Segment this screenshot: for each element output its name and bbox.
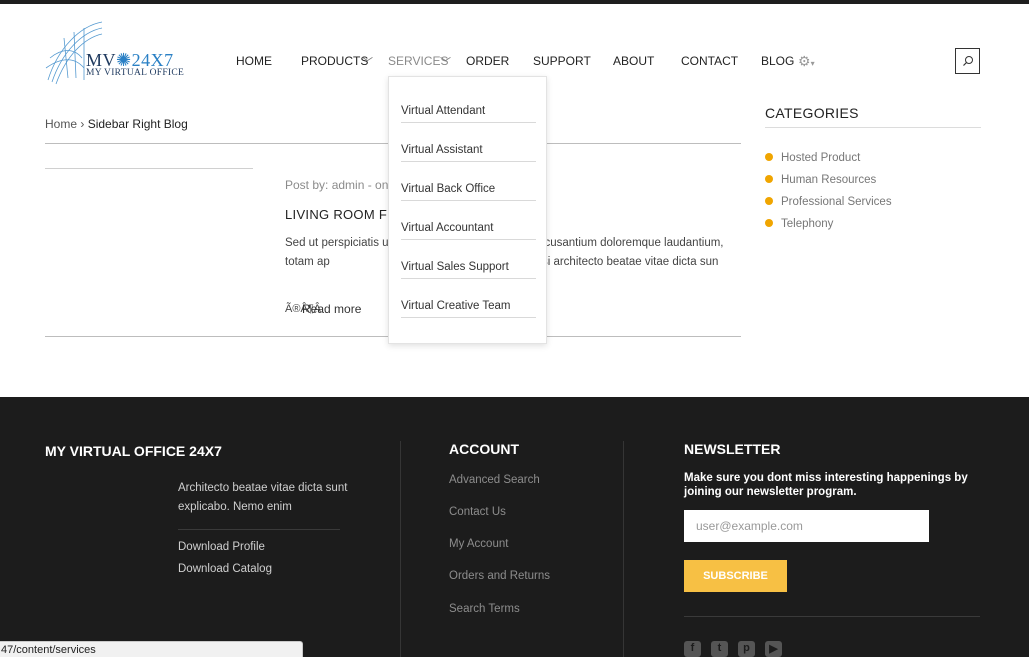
site-logo[interactable]: MV✺24X7 MY VIRTUAL OFFICE bbox=[44, 18, 184, 88]
footer-account-title: ACCOUNT bbox=[449, 441, 519, 457]
nav-about[interactable]: ABOUT bbox=[613, 54, 654, 68]
top-bar bbox=[0, 0, 1029, 4]
breadcrumb-home[interactable]: Home bbox=[45, 117, 77, 131]
menu-item-virtual-accountant[interactable]: Virtual Accountant bbox=[401, 201, 536, 240]
category-hosted-product[interactable]: Hosted Product bbox=[765, 152, 860, 164]
category-professional-services[interactable]: Professional Services bbox=[765, 196, 892, 208]
advanced-search-link[interactable]: Advanced Search bbox=[449, 474, 540, 486]
footer-newsletter-title: NEWSLETTER bbox=[684, 441, 781, 457]
breadcrumb: Home › Sidebar Right Blog bbox=[45, 117, 188, 131]
nav-contact[interactable]: CONTACT bbox=[681, 54, 738, 68]
my-account-link[interactable]: My Account bbox=[449, 538, 508, 550]
bullet-icon bbox=[765, 219, 773, 227]
contact-us-link[interactable]: Contact Us bbox=[449, 506, 506, 518]
footer-about-text: Architecto beatae vitae dicta sunt expli… bbox=[178, 482, 348, 513]
search-icon bbox=[962, 56, 973, 66]
gear-icon[interactable]: ⚙▾ bbox=[798, 53, 815, 70]
breadcrumb-separator: › bbox=[80, 117, 85, 131]
nav-products[interactable]: PRODUCTS bbox=[301, 54, 368, 68]
menu-item-virtual-creative-team[interactable]: Virtual Creative Team bbox=[401, 279, 536, 318]
subscribe-button[interactable]: SUBSCRIBE bbox=[684, 560, 787, 592]
browser-status-url: 47/content/services bbox=[0, 641, 303, 657]
chevron-down-icon[interactable]: ﹀ bbox=[440, 54, 451, 70]
menu-item-virtual-back-office[interactable]: Virtual Back Office bbox=[401, 162, 536, 201]
youtube-icon[interactable]: ▶ bbox=[765, 641, 782, 657]
download-catalog-link[interactable]: Download Catalog bbox=[178, 563, 272, 575]
footer-divider bbox=[623, 441, 624, 657]
search-terms-link[interactable]: Search Terms bbox=[449, 603, 520, 615]
logo-tagline: MY VIRTUAL OFFICE bbox=[86, 68, 185, 78]
read-more-link[interactable]: Read more bbox=[302, 302, 361, 316]
bullet-icon bbox=[765, 153, 773, 161]
sidebar-title: CATEGORIES bbox=[765, 105, 859, 121]
category-human-resources[interactable]: Human Resources bbox=[765, 174, 876, 186]
nav-support[interactable]: SUPPORT bbox=[533, 54, 591, 68]
search-button[interactable] bbox=[955, 48, 980, 74]
nav-home[interactable]: HOME bbox=[236, 54, 272, 68]
nav-blog[interactable]: BLOG bbox=[761, 54, 794, 68]
twitter-icon[interactable]: t bbox=[711, 641, 728, 657]
menu-item-virtual-assistant[interactable]: Virtual Assistant bbox=[401, 123, 536, 162]
divider bbox=[684, 616, 980, 617]
newsletter-email-input[interactable] bbox=[684, 510, 929, 542]
menu-item-virtual-attendant[interactable]: Virtual Attendant bbox=[401, 84, 536, 123]
footer-about-title: MY VIRTUAL OFFICE 24X7 bbox=[45, 443, 222, 459]
nav-order[interactable]: ORDER bbox=[466, 54, 509, 68]
bullet-icon bbox=[765, 197, 773, 205]
pinterest-icon[interactable]: p bbox=[738, 641, 755, 657]
bullet-icon bbox=[765, 175, 773, 183]
category-telephony[interactable]: Telephony bbox=[765, 218, 833, 230]
menu-item-virtual-sales-support[interactable]: Virtual Sales Support bbox=[401, 240, 536, 279]
chevron-down-icon[interactable]: ﹀ bbox=[362, 54, 373, 70]
divider bbox=[178, 529, 340, 530]
post-title[interactable]: LIVING ROOM FU bbox=[285, 207, 397, 222]
download-profile-link[interactable]: Download Profile bbox=[178, 541, 265, 553]
services-dropdown: Virtual Attendant Virtual Assistant Virt… bbox=[388, 76, 547, 344]
newsletter-description: Make sure you dont miss interesting happ… bbox=[684, 472, 968, 498]
footer-divider bbox=[400, 441, 401, 657]
facebook-icon[interactable]: f bbox=[684, 641, 701, 657]
breadcrumb-current: Sidebar Right Blog bbox=[87, 117, 188, 131]
divider bbox=[765, 127, 981, 128]
orders-and-returns-link[interactable]: Orders and Returns bbox=[449, 570, 550, 582]
post-meta: Post by: admin - on M bbox=[285, 178, 402, 192]
post-image-placeholder-line bbox=[45, 168, 253, 169]
